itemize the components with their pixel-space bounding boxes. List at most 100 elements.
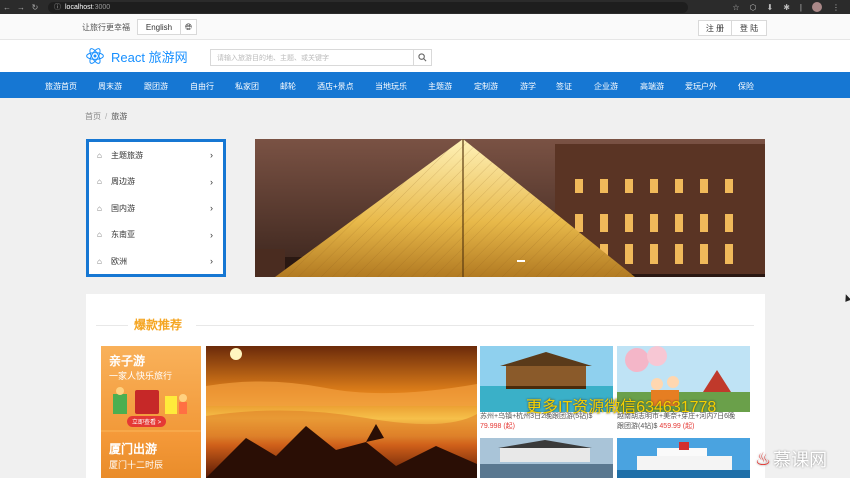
promo-title: 厦门出游 <box>109 442 158 456</box>
promo-subtitle: 厦门十二时辰 <box>109 460 164 470</box>
menu-item-label: 欧洲 <box>111 256 127 266</box>
carousel-image <box>255 139 765 277</box>
category-menu: ⌂ 主题旅游 › ⌂ 周边游 › ⌂ 国内游 › ⌂ 东南亚 › ⌂ 欧洲 › <box>86 139 226 277</box>
auth-buttons: 注 册 登 陆 <box>698 20 767 36</box>
brand-watermark: ♨ 慕课网 <box>755 446 827 472</box>
promo-title: 亲子游 <box>109 354 146 368</box>
promo-banner[interactable]: 亲子游 一家人快乐旅行 立即查看 > 厦门出游 厦门十二时辰 <box>101 346 201 478</box>
gift-icon: ⌂ <box>97 256 102 266</box>
featured-main-image[interactable] <box>206 346 477 478</box>
chevron-right-icon: › <box>210 203 213 214</box>
site-logo[interactable]: React 旅游网 <box>85 46 188 66</box>
luggage-illustration <box>113 387 187 414</box>
main-nav: 旅游首页 周末游 跟团游 自由行 私家团 邮轮 酒店+景点 当地玩乐 主题游 定… <box>0 72 850 98</box>
address-bar[interactable]: ⓘ localhost:3000 <box>48 1 688 13</box>
breadcrumb: 首页 / 旅游 <box>85 111 127 122</box>
react-logo-icon <box>86 48 104 64</box>
divider <box>96 325 128 326</box>
nav-item[interactable]: 酒店+景点 <box>317 81 354 92</box>
nav-item[interactable]: 主题游 <box>428 81 452 92</box>
gift-icon: ⌂ <box>97 150 102 160</box>
star-icon[interactable]: ☆ <box>732 3 739 12</box>
nav-item[interactable]: 私家团 <box>235 81 259 92</box>
menu-item[interactable]: ⌂ 主题旅游 › <box>89 142 223 169</box>
gift-icon: ⌂ <box>97 203 102 213</box>
menu-item[interactable]: ⌂ 东南亚 › <box>89 222 223 249</box>
profile-avatar[interactable] <box>812 2 822 12</box>
back-icon[interactable]: ← <box>0 3 14 12</box>
nav-item[interactable]: 企业游 <box>594 81 618 92</box>
menu-item[interactable]: ⌂ 欧洲 › <box>89 248 223 275</box>
search-box[interactable]: 请输入旅游目的地、主题、或关键字 <box>210 49 432 66</box>
promo-xiamen[interactable]: 厦门出游 厦门十二时辰 <box>101 432 201 478</box>
promo-family[interactable]: 亲子游 一家人快乐旅行 立即查看 > <box>101 346 201 430</box>
logo-text: React 旅游网 <box>111 49 188 65</box>
nav-item[interactable]: 定制游 <box>474 81 498 92</box>
nav-item[interactable]: 邮轮 <box>280 81 296 92</box>
search-input[interactable]: 请输入旅游目的地、主题、或关键字 <box>211 50 413 65</box>
language-selector[interactable]: English 🌐︎ <box>137 19 197 35</box>
register-button[interactable]: 注 册 <box>698 20 732 36</box>
download-icon[interactable]: ⬇ <box>767 3 774 12</box>
url-port: :3000 <box>92 3 111 11</box>
menu-divider-icon: | <box>799 2 802 12</box>
card-price: 459.99 (起) <box>659 423 695 430</box>
watermark-text: 更多IT资源微信634631778 <box>526 399 717 416</box>
nav-item[interactable]: 签证 <box>556 81 572 92</box>
search-button[interactable] <box>413 50 431 65</box>
chevron-right-icon: › <box>210 229 213 240</box>
card-price-line: 跟团游(4钻)$ 459.99 (起) <box>617 422 750 432</box>
hero-carousel[interactable] <box>255 139 765 277</box>
browser-toolbar: ← → ↻ ⓘ localhost:3000 ☆ ⬡ ⬇ ✱ | ⋮ <box>0 0 850 14</box>
divider <box>196 325 754 326</box>
info-icon: ⓘ <box>54 4 61 11</box>
nav-item[interactable]: 旅游首页 <box>45 81 77 92</box>
breadcrumb-current: 旅游 <box>111 112 128 121</box>
nav-item[interactable]: 周末游 <box>98 81 122 92</box>
language-label: English <box>145 22 173 32</box>
nav-item[interactable]: 高端游 <box>640 81 664 92</box>
product-card[interactable] <box>480 438 613 478</box>
breadcrumb-home[interactable]: 首页 <box>85 112 101 121</box>
promo-subtitle: 一家人快乐旅行 <box>109 371 173 381</box>
chevron-right-icon: › <box>210 150 213 161</box>
puzzle-icon[interactable]: ✱ <box>783 3 790 12</box>
card-price-prefix: 跟团游(4钻)$ <box>617 423 660 430</box>
menu-item[interactable]: ⌂ 国内游 › <box>89 195 223 222</box>
login-button[interactable]: 登 陆 <box>731 20 767 36</box>
site-header: React 旅游网 请输入旅游目的地、主题、或关键字 <box>0 40 850 72</box>
slogan: 让旅行更幸福 <box>82 23 130 32</box>
nav-item[interactable]: 当地玩乐 <box>375 81 407 92</box>
gift-icon: ⌂ <box>97 230 102 240</box>
featured-section: 爆款推荐 亲子游 一家人快乐旅行 立即查看 > 厦门出游 厦门十二时辰 苏州+乌… <box>86 294 765 478</box>
breadcrumb-separator: / <box>105 112 108 121</box>
chevron-right-icon: › <box>210 256 213 267</box>
nav-item[interactable]: 游学 <box>520 81 536 92</box>
url-host: localhost <box>65 3 93 11</box>
nav-item[interactable]: 自由行 <box>190 81 214 92</box>
menu-item[interactable]: ⌂ 周边游 › <box>89 169 223 196</box>
more-icon[interactable]: ⋮ <box>832 3 840 12</box>
gift-icon: ⌂ <box>97 177 102 187</box>
cruise-ship-image <box>617 438 750 478</box>
sunrise-mountain-image <box>206 346 477 478</box>
section-title: 爆款推荐 <box>134 318 183 332</box>
chevron-right-icon: › <box>210 176 213 187</box>
product-card[interactable] <box>617 438 750 478</box>
lake-building-image <box>480 438 613 478</box>
nav-item[interactable]: 跟团游 <box>144 81 168 92</box>
menu-item-label: 主题旅游 <box>111 150 143 160</box>
extension-icon[interactable]: ⬡ <box>750 3 757 12</box>
brand-text: 慕课网 <box>773 450 828 470</box>
card-price: 79.998 (起) <box>480 423 516 430</box>
menu-item-label: 周边游 <box>111 177 135 187</box>
promo-cta-button[interactable]: 立即查看 > <box>127 416 167 427</box>
globe-icon[interactable]: 🌐︎ <box>180 20 196 34</box>
menu-item-label: 东南亚 <box>111 230 135 240</box>
nav-item[interactable]: 保险 <box>738 81 754 92</box>
nav-item[interactable]: 爱玩户外 <box>685 81 717 92</box>
forward-icon[interactable]: → <box>14 3 28 12</box>
menu-item-label: 国内游 <box>111 203 135 213</box>
reload-icon[interactable]: ↻ <box>28 3 42 12</box>
top-bar: 让旅行更幸福 English 🌐︎ 注 册 登 陆 <box>0 14 850 40</box>
